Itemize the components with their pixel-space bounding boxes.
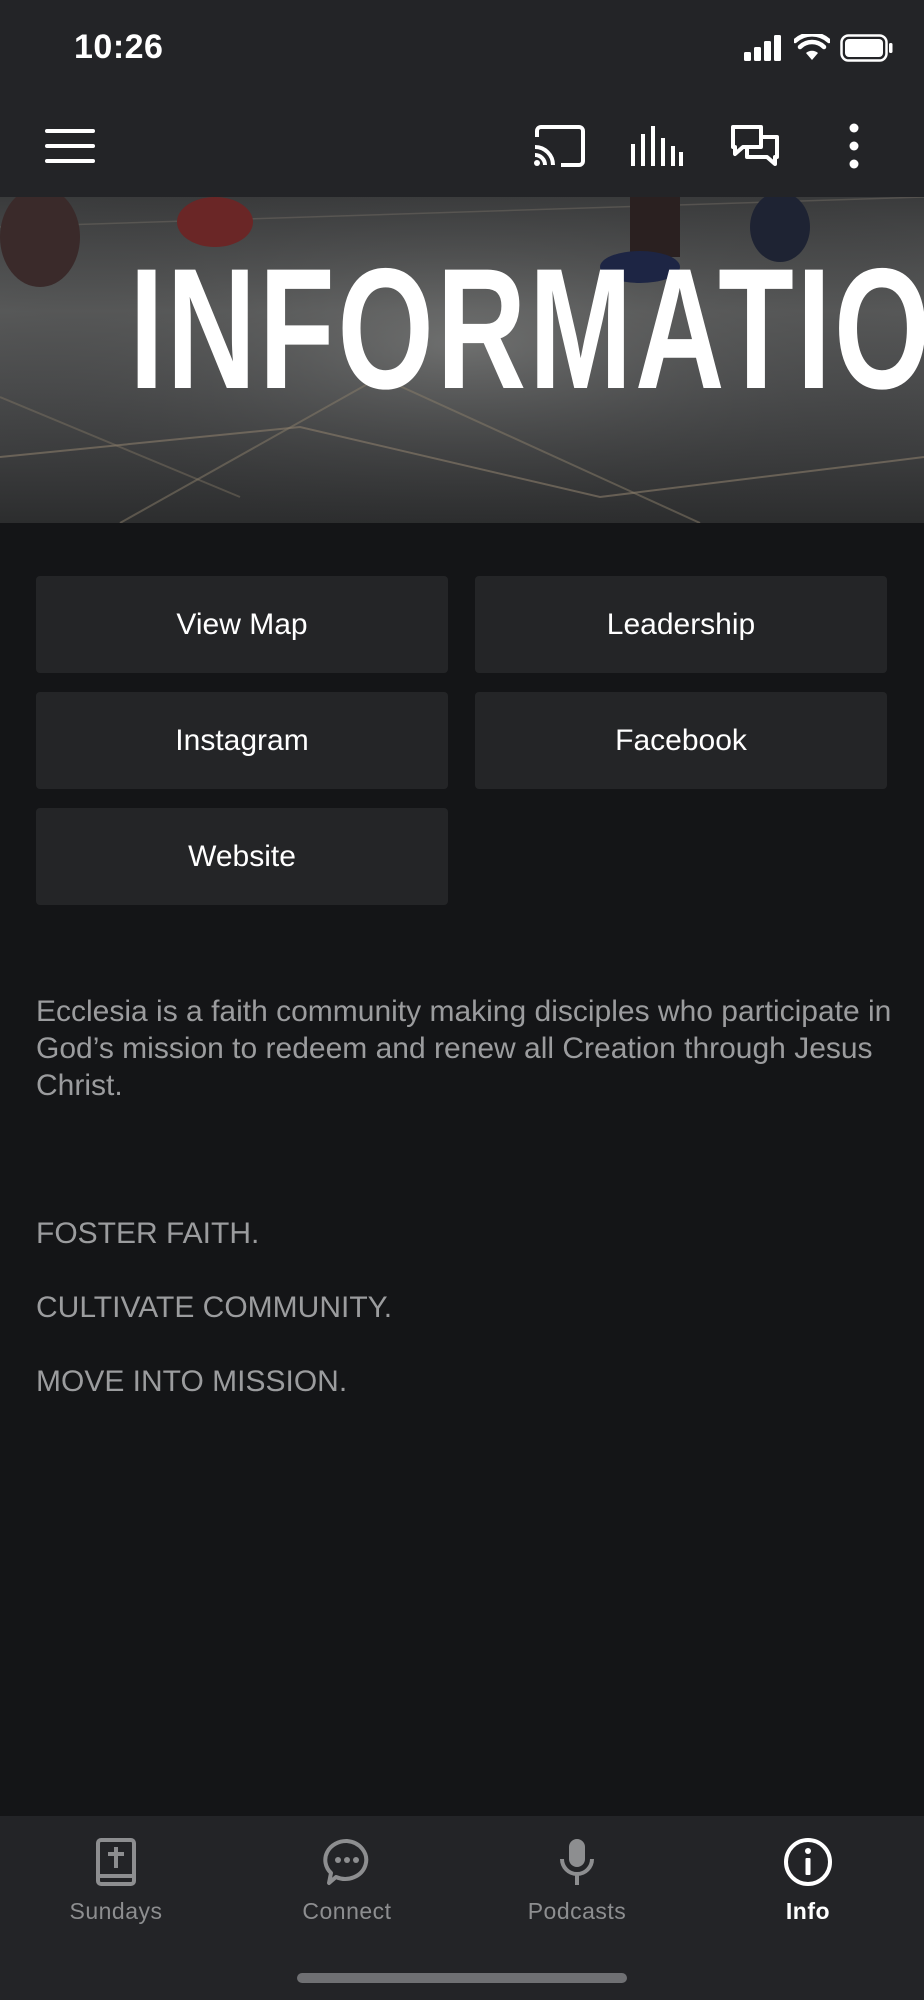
nav-label-sundays: Sundays [69, 1898, 163, 1924]
nav-label-podcasts: Podcasts [527, 1898, 627, 1924]
instagram-button[interactable]: Instagram [36, 692, 448, 789]
chat-button[interactable] [725, 118, 785, 178]
facebook-button[interactable]: Facebook [475, 692, 887, 789]
website-button[interactable]: Website [36, 808, 448, 905]
nav-item-sundays[interactable]: Sundays [16, 1834, 216, 1944]
view-map-button[interactable]: View Map [36, 576, 448, 673]
status-icons [744, 32, 894, 67]
cast-icon [533, 124, 585, 172]
app-bar [0, 100, 924, 197]
signal-icon [744, 35, 784, 66]
description-paragraph: Ecclesia is a faith community making dis… [36, 995, 892, 1102]
more-vert-icon [849, 123, 859, 174]
audio-button[interactable] [627, 118, 687, 178]
hero-title: INFORMATION [129, 233, 924, 425]
menu-button[interactable] [40, 118, 100, 178]
hero-banner: INFORMATION [0, 197, 924, 523]
chat-icon [731, 124, 779, 172]
tagline-cultivate-community: CULTIVATE COMMUNITY. [36, 1291, 393, 1324]
info-icon [780, 1834, 836, 1890]
bible-icon [88, 1834, 144, 1890]
tagline-foster-faith: FOSTER FAITH. [36, 1217, 260, 1250]
nav-item-connect[interactable]: Connect [247, 1834, 447, 1944]
more-button[interactable] [824, 118, 884, 178]
leadership-button[interactable]: Leadership [475, 576, 887, 673]
menu-icon [45, 128, 95, 168]
wifi-icon [792, 32, 832, 67]
nav-label-connect: Connect [302, 1898, 392, 1924]
status-time: 10:26 [74, 28, 164, 66]
microphone-icon [549, 1834, 605, 1890]
home-indicator [297, 1973, 627, 1983]
chat-bubble-icon [319, 1834, 375, 1890]
battery-icon [840, 34, 894, 67]
status-bar: 10:26 [0, 0, 924, 100]
nav-item-podcasts[interactable]: Podcasts [477, 1834, 677, 1944]
audio-bars-icon [631, 125, 683, 171]
cast-button[interactable] [529, 118, 589, 178]
description: Ecclesia is a faith community making dis… [36, 956, 896, 1437]
nav-label-info: Info [785, 1898, 831, 1924]
nav-item-info[interactable]: Info [708, 1834, 908, 1944]
tagline-move-into-mission: MOVE INTO MISSION. [36, 1365, 348, 1398]
